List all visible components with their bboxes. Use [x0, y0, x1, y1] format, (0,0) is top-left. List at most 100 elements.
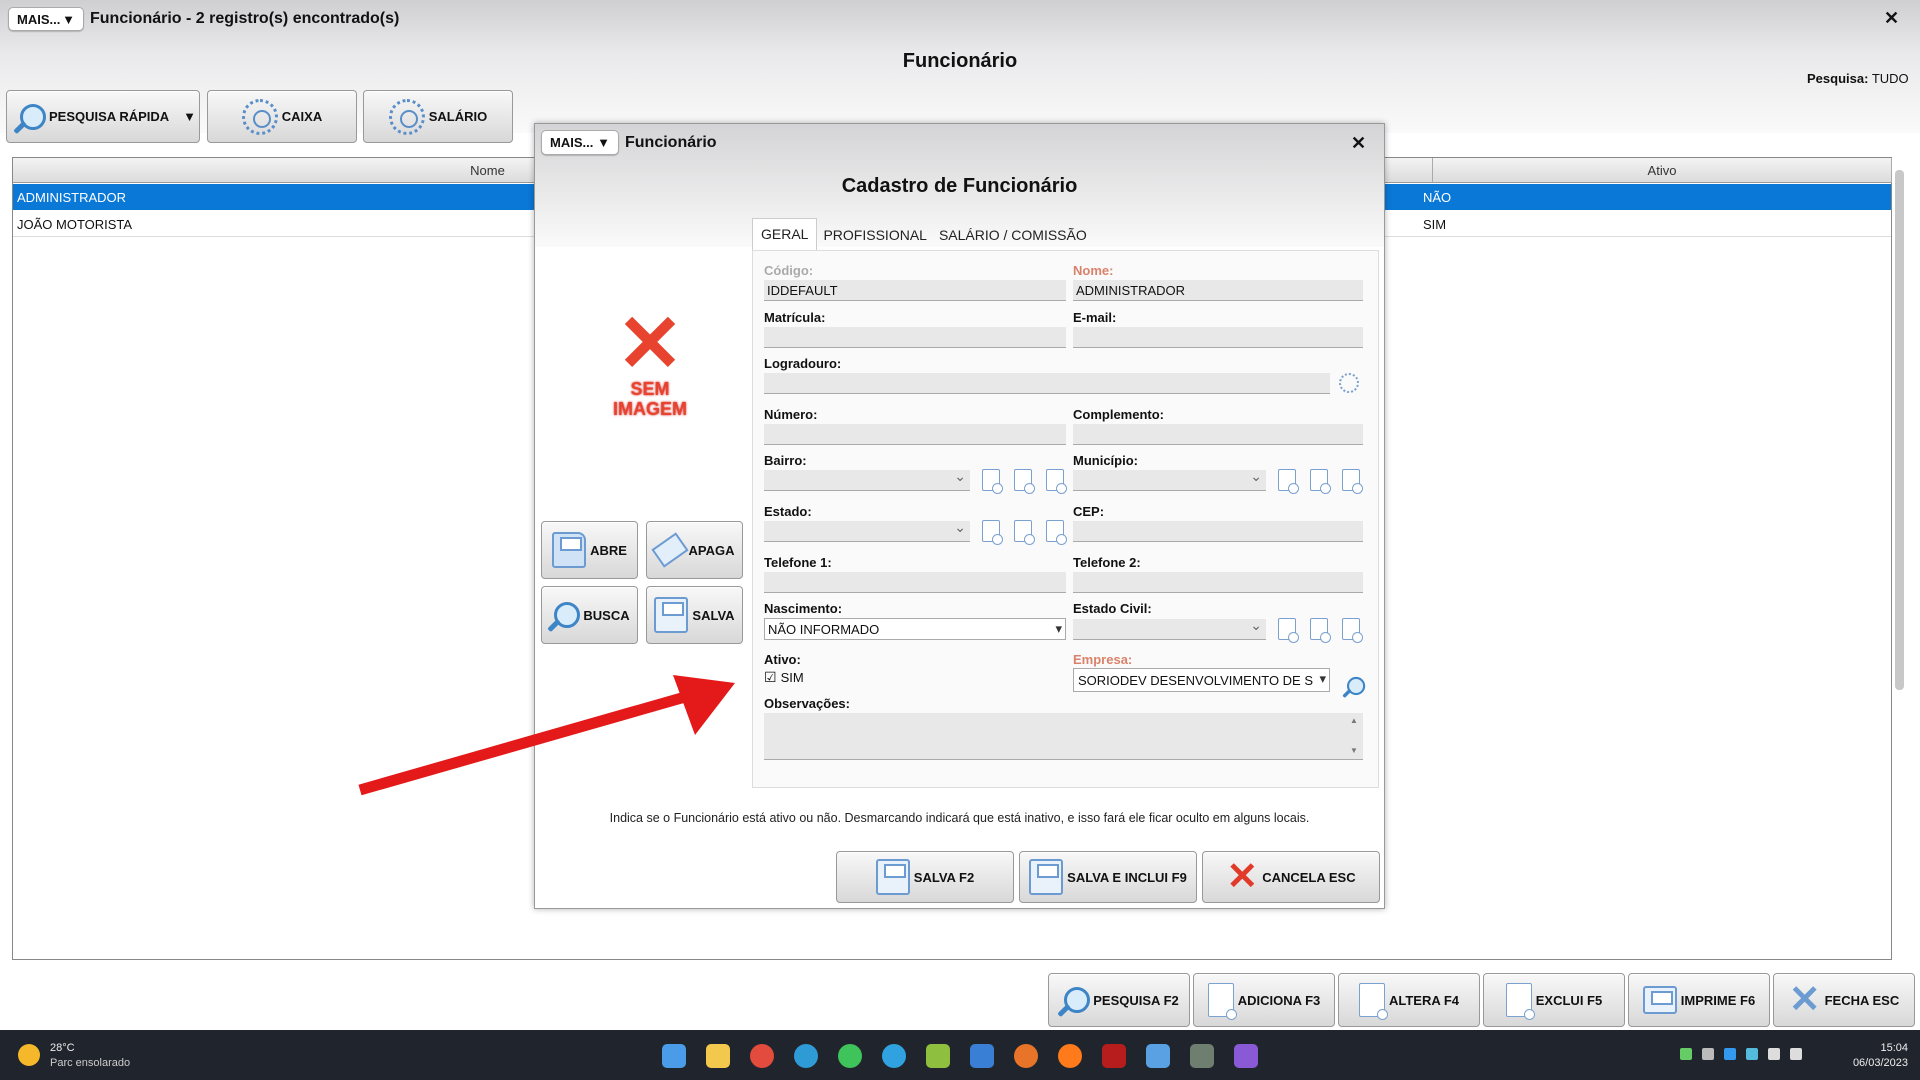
chevron-down-icon[interactable]: ▼	[183, 109, 196, 124]
nome-field[interactable]: ADMINISTRADOR	[1073, 280, 1363, 301]
add-document-icon[interactable]	[982, 469, 1003, 494]
edit-document-icon[interactable]	[1310, 618, 1331, 643]
page-title: Funcionário	[902, 50, 1018, 72]
quick-search-button[interactable]: PESQUISA RÁPIDA ▼	[6, 90, 200, 143]
complemento-field[interactable]	[1073, 424, 1363, 445]
media-icon[interactable]	[1234, 1044, 1258, 1068]
active-app-icon[interactable]	[1190, 1044, 1214, 1068]
busca-button[interactable]: BUSCA	[541, 586, 638, 644]
weather-sun-icon[interactable]	[18, 1044, 40, 1066]
telefone2-field[interactable]	[1073, 572, 1363, 593]
tray-icon[interactable]	[1680, 1048, 1692, 1060]
exclui-f5-button[interactable]: EXCLUI F5	[1483, 973, 1625, 1027]
caixa-button[interactable]: CAIXA	[207, 90, 357, 143]
app-icon[interactable]	[1014, 1044, 1038, 1068]
weather-temp[interactable]: 28°C	[50, 1042, 75, 1054]
email-field[interactable]	[1073, 327, 1363, 348]
municipio-select[interactable]	[1073, 468, 1266, 491]
apaga-label: APAGA	[688, 542, 735, 558]
notepad-icon[interactable]	[1146, 1044, 1170, 1068]
magnifier-icon	[15, 102, 46, 132]
observacoes-label: Observações:	[764, 696, 850, 711]
edit-document-icon[interactable]	[1014, 469, 1035, 494]
view-document-icon[interactable]	[1342, 469, 1363, 494]
network-icon[interactable]	[1768, 1048, 1780, 1060]
salva-e-inclui-button[interactable]: SALVA E INCLUI F9	[1019, 851, 1197, 903]
edit-document-icon[interactable]	[1310, 469, 1331, 494]
tray-icon[interactable]	[1702, 1048, 1714, 1060]
telegram-icon[interactable]	[882, 1044, 906, 1068]
tab-salario-comissao[interactable]: SALÁRIO / COMISSÃO	[933, 220, 1093, 250]
empresa-select[interactable]: SORIODEV DESENVOLVIMENTO DE S	[1073, 668, 1330, 692]
cep-field[interactable]	[1073, 521, 1363, 542]
remote-desktop-icon[interactable]	[970, 1044, 994, 1068]
estado-select[interactable]	[764, 519, 970, 542]
tray-icon[interactable]	[1746, 1048, 1758, 1060]
adiciona-f3-button[interactable]: ADICIONA F3	[1193, 973, 1335, 1027]
clock-date[interactable]: 06/03/2023	[1838, 1057, 1908, 1069]
altera-f4-button[interactable]: ALTERA F4	[1338, 973, 1480, 1027]
hint-text: Indica se o Funcionário está ativo ou nã…	[609, 811, 1310, 825]
column-header-ativo[interactable]: Ativo	[1433, 158, 1892, 183]
pesquisa-f2-button[interactable]: PESQUISA F2	[1048, 973, 1190, 1027]
magnifier-icon[interactable]	[1344, 676, 1366, 697]
filezilla-icon[interactable]	[1102, 1044, 1126, 1068]
edge-icon[interactable]	[794, 1044, 818, 1068]
ativo-checkbox[interactable]: ☑ SIM	[764, 669, 804, 686]
dialog-title: Funcionário	[625, 134, 717, 151]
dialog-mais-button[interactable]: MAIS... ▼	[541, 130, 619, 155]
tab-geral[interactable]: GERAL	[752, 218, 818, 250]
fecha-esc-button[interactable]: ✕ FECHA ESC	[1773, 973, 1915, 1027]
tray-icon[interactable]	[1724, 1048, 1736, 1060]
add-document-icon[interactable]	[1278, 618, 1299, 643]
scroll-down-icon[interactable]: ▼	[1350, 746, 1358, 755]
salva-side-button[interactable]: SALVA	[646, 586, 743, 644]
search-scope-label: Pesquisa:	[1807, 71, 1869, 86]
view-document-icon[interactable]	[1046, 520, 1067, 545]
close-icon[interactable]: ✕	[1884, 8, 1899, 29]
photo-placeholder[interactable]: ✕ SEM IMAGEM	[605, 304, 695, 420]
salva-e-inclui-label: SALVA E INCLUI F9	[1067, 869, 1187, 885]
gear-icon[interactable]	[1339, 373, 1359, 393]
add-document-icon[interactable]	[1278, 469, 1299, 494]
vertical-scrollbar[interactable]	[1895, 170, 1904, 690]
firefox-icon[interactable]	[1058, 1044, 1082, 1068]
telefone1-field[interactable]	[764, 572, 1066, 593]
codigo-field: IDDEFAULT	[764, 280, 1066, 301]
system-tray[interactable]	[1680, 1048, 1830, 1064]
chrome-icon[interactable]	[750, 1044, 774, 1068]
checkbox-checked-icon[interactable]: ☑	[764, 669, 777, 686]
tab-profissional[interactable]: PROFISSIONAL	[817, 220, 932, 250]
apaga-button[interactable]: APAGA	[646, 521, 743, 579]
whatsapp-icon[interactable]	[838, 1044, 862, 1068]
logradouro-field[interactable]	[764, 373, 1330, 394]
clock-time[interactable]: 15:04	[1860, 1042, 1908, 1054]
numero-field[interactable]	[764, 424, 1066, 445]
matricula-field[interactable]	[764, 327, 1066, 348]
add-document-icon[interactable]	[982, 520, 1003, 545]
municipio-label: Município:	[1073, 453, 1138, 468]
scroll-up-icon[interactable]: ▲	[1350, 716, 1358, 725]
cancela-button[interactable]: ✕ CANCELA ESC	[1202, 851, 1380, 903]
edit-document-icon	[1358, 983, 1388, 1020]
volume-icon[interactable]	[1790, 1048, 1802, 1060]
close-icon[interactable]: ✕	[1351, 133, 1366, 154]
nascimento-select[interactable]: NÃO INFORMADO	[764, 618, 1066, 640]
estado-civil-select[interactable]	[1073, 617, 1266, 640]
view-document-icon[interactable]	[1046, 469, 1067, 494]
bairro-select[interactable]	[764, 468, 970, 491]
printer-icon	[1642, 986, 1677, 1014]
file-explorer-icon[interactable]	[706, 1044, 730, 1068]
start-icon[interactable]	[662, 1044, 686, 1068]
edit-document-icon[interactable]	[1014, 520, 1035, 545]
weather-desc[interactable]: Parc ensolarado	[50, 1057, 130, 1069]
view-document-icon[interactable]	[1342, 618, 1363, 643]
spreadsheet-icon[interactable]	[926, 1044, 950, 1068]
salva-f2-button[interactable]: SALVA F2	[836, 851, 1014, 903]
abre-button[interactable]: ABRE	[541, 521, 638, 579]
observacoes-field[interactable]	[764, 713, 1363, 760]
cell-nome: JOÃO MOTORISTA	[17, 217, 133, 232]
imprime-f6-button[interactable]: IMPRIME F6	[1628, 973, 1770, 1027]
salario-button[interactable]: SALÁRIO	[363, 90, 513, 143]
mais-menu-button[interactable]: MAIS... ▼	[8, 7, 84, 31]
